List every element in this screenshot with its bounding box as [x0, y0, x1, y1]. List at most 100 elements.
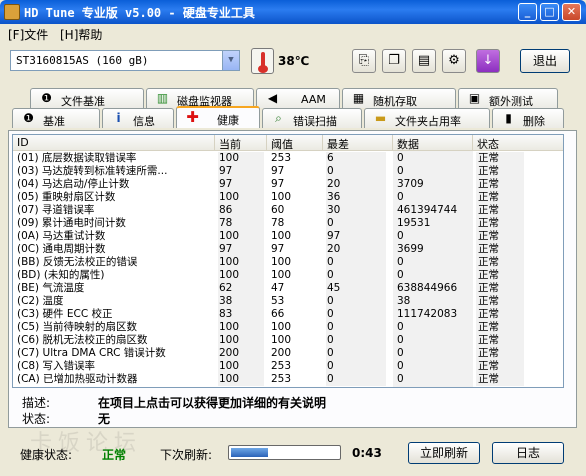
- title-bar[interactable]: HD Tune 专业版 v5.00 - 硬盘专业工具 _ □ ✕: [0, 0, 586, 24]
- raw-data: 0: [397, 165, 404, 177]
- worst-value: 45: [326, 282, 386, 295]
- threshold-value: 100: [271, 230, 292, 242]
- table-row[interactable]: (01) 底层数据读取错误率 100 253 6 0 正常: [13, 152, 563, 165]
- options-icon[interactable]: ⚙: [442, 49, 466, 73]
- worst-value: 0: [326, 347, 386, 360]
- table-row[interactable]: (C7) Ultra DMA CRC 错误计数 200 200 0 0 正常: [13, 347, 563, 360]
- worst-value: 0: [326, 269, 386, 282]
- current-value: 100: [218, 230, 264, 243]
- tab-disk-monitor[interactable]: ▥ 磁盘监视器: [146, 88, 254, 108]
- attribute-status: 正常: [476, 165, 524, 178]
- copy-screenshot-icon[interactable]: ❐: [382, 49, 406, 73]
- exit-button[interactable]: 退出: [520, 49, 570, 73]
- worst-value: 0: [326, 217, 386, 230]
- threshold-value: 200: [271, 347, 292, 359]
- current-value: 100: [218, 191, 264, 204]
- benchmark-icon: ❶: [23, 111, 34, 125]
- download-icon[interactable]: ↓: [476, 49, 500, 73]
- table-row[interactable]: (09) 累计通电时间计数 78 78 0 19531 正常: [13, 217, 563, 230]
- next-refresh-label: 下次刷新:: [160, 448, 213, 462]
- worst-value: 30: [326, 204, 386, 217]
- attribute-status: 正常: [476, 308, 524, 321]
- attribute-status: 正常: [476, 256, 524, 269]
- erase-icon: ▮: [505, 111, 512, 125]
- raw-data: 3699: [397, 243, 424, 255]
- column-header-threshold[interactable]: 阈值: [267, 135, 323, 151]
- table-row[interactable]: (BE) 气流温度 62 47 45 638844966 正常: [13, 282, 563, 295]
- threshold-value: 253: [271, 373, 292, 385]
- column-header-status[interactable]: 状态: [473, 135, 563, 151]
- column-header-worst[interactable]: 最差: [323, 135, 393, 151]
- tab-strip: ❶ 文件基准 ▥ 磁盘监视器 ◀ AAM ▦ 随机存取 ▣ 额外测试 ❶ 基准 …: [0, 86, 586, 132]
- threshold-value: 100: [271, 269, 292, 281]
- save-icon[interactable]: ▤: [412, 49, 436, 73]
- attribute-status: 正常: [476, 269, 524, 282]
- threshold-value: 253: [271, 360, 292, 372]
- attribute-id: (03) 马达旋转到标准转速所需...: [17, 165, 168, 177]
- menu-file[interactable]: [F]文件: [8, 26, 48, 43]
- table-row[interactable]: (CA) 已增加热驱动计数器 100 253 0 0 正常: [13, 373, 563, 386]
- attribute-id: (0A) 马达重试计数: [17, 230, 106, 242]
- raw-data: 0: [397, 360, 404, 372]
- app-icon: [4, 4, 20, 20]
- attribute-id: (04) 马达启动/停止计数: [17, 178, 130, 190]
- tab-extra-tests[interactable]: ▣ 额外测试: [458, 88, 558, 108]
- attribute-status: 正常: [476, 191, 524, 204]
- menu-help[interactable]: [H]帮助: [60, 26, 102, 43]
- tab-benchmark[interactable]: ❶ 基准: [12, 108, 100, 128]
- refresh-now-button[interactable]: 立即刷新: [408, 442, 480, 464]
- health-status-label: 健康状态:: [20, 448, 73, 462]
- current-value: 200: [218, 347, 264, 360]
- tab-erase[interactable]: ▮ 删除: [492, 108, 564, 128]
- raw-data: 0: [397, 321, 404, 333]
- tab-folder-usage[interactable]: ▬ 文件夹占用率: [364, 108, 490, 128]
- table-row[interactable]: (C3) 硬件 ECC 校正 83 66 0 111742083 正常: [13, 308, 563, 321]
- threshold-value: 97: [271, 165, 285, 177]
- table-row[interactable]: (0C) 通电周期计数 97 97 20 3699 正常: [13, 243, 563, 256]
- current-value: 100: [218, 256, 264, 269]
- table-row[interactable]: (0A) 马达重试计数 100 100 97 0 正常: [13, 230, 563, 243]
- tab-info[interactable]: i 信息: [102, 108, 174, 128]
- table-row[interactable]: (C6) 脱机无法校正的扇区数 100 100 0 0 正常: [13, 334, 563, 347]
- worst-value: 6: [326, 152, 386, 165]
- minimize-button[interactable]: _: [518, 3, 537, 21]
- raw-data: 0: [397, 373, 404, 385]
- table-row[interactable]: (05) 重映射扇区计数 100 100 36 0 正常: [13, 191, 563, 204]
- table-row[interactable]: (C2) 温度 38 53 0 38 正常: [13, 295, 563, 308]
- tab-health[interactable]: ✚ 健康: [176, 106, 260, 128]
- raw-data: 19531: [397, 217, 431, 229]
- attribute-status: 正常: [476, 217, 524, 230]
- table-row[interactable]: (03) 马达旋转到标准转速所需... 97 97 0 0 正常: [13, 165, 563, 178]
- threshold-value: 78: [271, 217, 285, 229]
- chevron-down-icon[interactable]: ▼: [222, 51, 239, 70]
- table-row[interactable]: (04) 马达启动/停止计数 97 97 20 3709 正常: [13, 178, 563, 191]
- column-header-current[interactable]: 当前: [215, 135, 267, 151]
- table-row[interactable]: (BB) 反馈无法校正的错误 100 100 0 0 正常: [13, 256, 563, 269]
- copy-text-icon[interactable]: ⎘: [352, 49, 376, 73]
- attribute-id: (01) 底层数据读取错误率: [17, 152, 137, 164]
- description-label: 描述:: [22, 396, 51, 410]
- log-button[interactable]: 日志: [492, 442, 564, 464]
- threshold-value: 97: [271, 243, 285, 255]
- tab-aam[interactable]: ◀ AAM: [256, 88, 340, 108]
- column-header-data[interactable]: 数据: [393, 135, 473, 151]
- current-value: 86: [218, 204, 264, 217]
- table-row[interactable]: (C8) 写入错误率 100 253 0 0 正常: [13, 360, 563, 373]
- table-row[interactable]: (BD) (未知的属性) 100 100 0 0 正常: [13, 269, 563, 282]
- tab-error-scan[interactable]: ⌕ 错误扫描: [262, 108, 362, 128]
- worst-value: 0: [326, 165, 386, 178]
- maximize-button[interactable]: □: [540, 3, 559, 21]
- raw-data: 38: [397, 295, 411, 307]
- tab-random-access[interactable]: ▦ 随机存取: [342, 88, 456, 108]
- column-header-id[interactable]: ID: [13, 135, 215, 151]
- table-row[interactable]: (07) 寻道错误率 86 60 30 461394744 正常: [13, 204, 563, 217]
- current-value: 38: [218, 295, 264, 308]
- table-row[interactable]: (C5) 当前待映射的扇区数 100 100 0 0 正常: [13, 321, 563, 334]
- current-value: 100: [218, 269, 264, 282]
- tab-file-benchmark[interactable]: ❶ 文件基准: [30, 88, 144, 108]
- drive-select[interactable]: ST3160815AS (160 gB) ▼: [10, 50, 240, 71]
- close-button[interactable]: ✕: [562, 3, 581, 21]
- smart-table[interactable]: ID 当前 阈值 最差 数据 状态 (01) 底层数据读取错误率 100 253 6 0…: [12, 134, 564, 388]
- attribute-id: (09) 累计通电时间计数: [17, 217, 126, 229]
- current-value: 100: [218, 321, 264, 334]
